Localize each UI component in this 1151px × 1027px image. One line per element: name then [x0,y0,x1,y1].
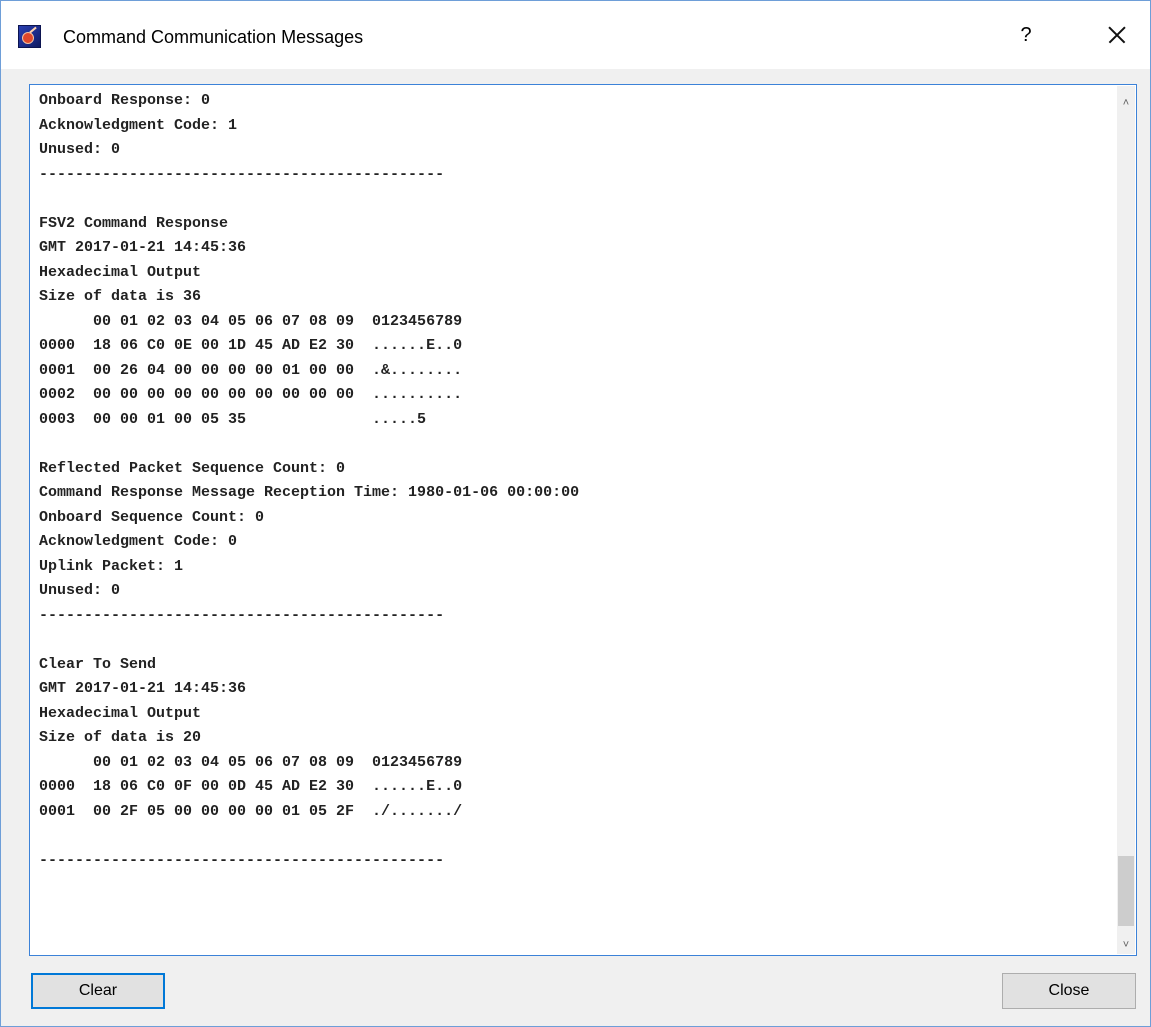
log-line: Command Response Message Reception Time:… [39,484,580,501]
vertical-scrollbar[interactable]: ˄ ˅ [1117,86,1135,954]
log-line: GMT 2017-01-21 14:45:36 [39,680,247,697]
log-line: 0003 00 00 01 00 05 35 .....5 [39,410,427,428]
log-line: Hexadecimal Output [39,704,202,722]
log-line: Uplink Packet: 1 [39,557,184,575]
log-line: Onboard Sequence Count: 0 [39,508,265,526]
message-log[interactable]: Onboard Response: 0 Acknowledgment Code: … [29,84,1137,956]
message-log-text: Onboard Response: 0 Acknowledgment Code: … [39,89,1099,949]
satellite-dish-icon [18,25,41,48]
log-line: 0002 00 00 00 00 00 00 00 00 00 00 .....… [39,386,463,403]
log-line: 00 01 02 03 04 05 06 07 08 09 0123456789 [39,312,463,330]
log-line: 0000 18 06 C0 0E 00 1D 45 AD E2 30 .....… [39,337,463,354]
log-line: Unused: 0 [39,141,121,158]
log-line: Hexadecimal Output [39,263,202,281]
scrollbar-thumb[interactable] [1118,856,1134,926]
log-line: 00 01 02 03 04 05 06 07 08 09 0123456789 [39,753,463,771]
title-bar: Command Communication Messages ? [1,1,1150,69]
log-line: GMT 2017-01-21 14:45:36 [39,239,247,256]
log-line: Clear To Send [39,655,157,673]
window-title: Command Communication Messages [63,27,364,47]
log-line: ----------------------------------------… [39,851,445,869]
log-line: Size of data is 36 [39,288,202,305]
log-line: Acknowledgment Code: 0 [39,533,238,550]
log-line: Reflected Packet Sequence Count: 0 [39,459,346,477]
chevron-up-icon[interactable]: ˄ [1117,94,1135,112]
log-line: Size of data is 20 [39,729,202,746]
log-line: 0001 00 2F 05 00 00 00 00 01 05 2F ./...… [39,802,463,820]
dialog-window: Command Communication Messages ? Onboard… [0,0,1151,1027]
log-line: ----------------------------------------… [39,165,445,183]
log-line: ----------------------------------------… [39,606,445,624]
log-line: 0000 18 06 C0 0F 00 0D 45 AD E2 30 .....… [39,778,463,795]
close-icon[interactable] [1093,15,1137,55]
close-button[interactable]: Close [1002,973,1136,1009]
chevron-down-icon[interactable]: ˅ [1117,936,1135,954]
log-line: Unused: 0 [39,582,121,599]
log-line: FSV2 Command Response [39,214,229,232]
log-line: Acknowledgment Code: 1 [39,116,238,134]
log-line: 0001 00 26 04 00 00 00 00 01 00 00 .&...… [39,361,463,379]
log-line: Onboard Response: 0 [39,92,211,109]
help-button[interactable]: ? [1006,17,1046,53]
clear-button[interactable]: Clear [31,973,165,1009]
